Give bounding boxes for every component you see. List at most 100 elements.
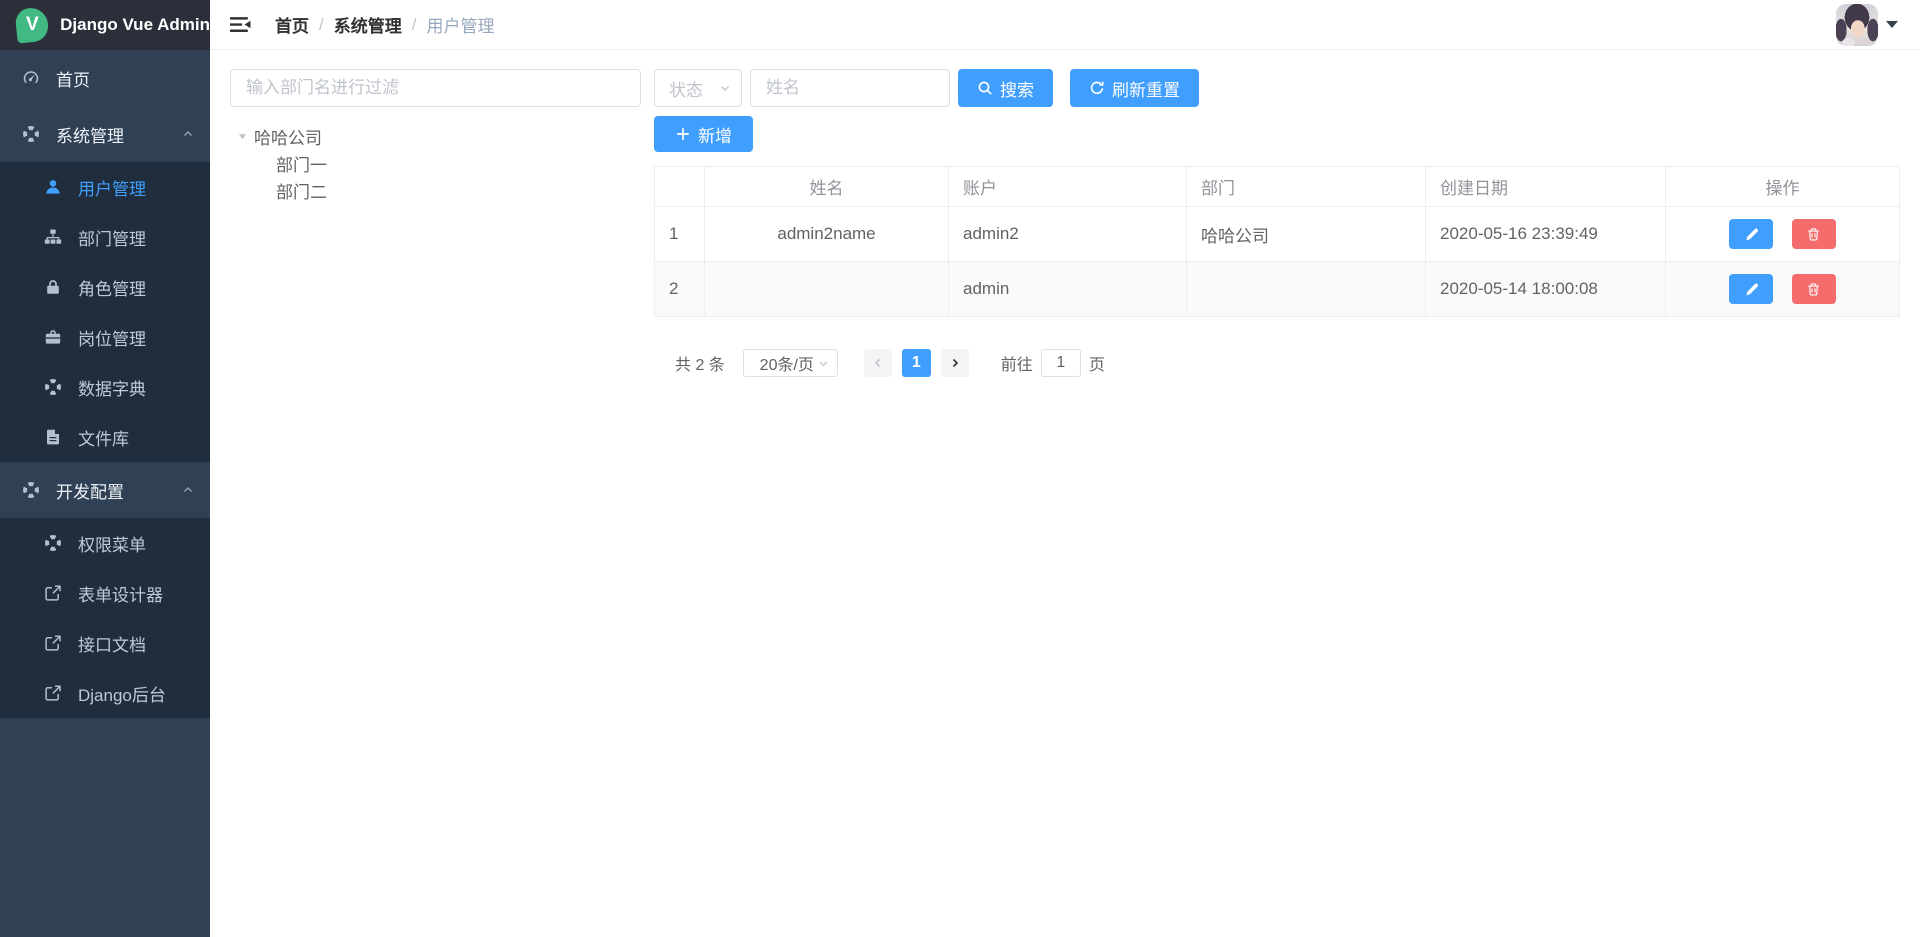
name-filter-input[interactable] bbox=[750, 69, 950, 107]
trash-icon bbox=[1806, 227, 1821, 242]
chevron-down-icon bbox=[719, 82, 731, 94]
sidebar-item-label: 接口文档 bbox=[78, 631, 146, 656]
sidebar: V Django Vue Admin 首页 系统管理 bbox=[0, 0, 210, 937]
tree-node-label: 哈哈公司 bbox=[254, 124, 322, 149]
filter-bar: 状态 搜索 刷新重置 bbox=[654, 69, 1900, 107]
table-toolbar: 新增 bbox=[654, 116, 1900, 152]
document-icon bbox=[44, 428, 62, 446]
delete-button[interactable] bbox=[1792, 274, 1836, 304]
sidebar-item-home[interactable]: 首页 bbox=[0, 50, 210, 106]
sidebar-item-form-designer[interactable]: 表单设计器 bbox=[0, 568, 210, 618]
app-logo-icon: V bbox=[14, 6, 50, 43]
goto-page-input[interactable] bbox=[1041, 349, 1081, 377]
page-size-value: 20条/页 bbox=[756, 351, 818, 375]
tree-expand-icon[interactable] bbox=[230, 131, 254, 142]
sidebar-item-label: 岗位管理 bbox=[78, 325, 146, 350]
plus-icon bbox=[675, 126, 691, 142]
sidebar-item-label: 系统管理 bbox=[56, 122, 124, 147]
column-header-ops: 操作 bbox=[1666, 167, 1900, 207]
sidebar-item-label: 表单设计器 bbox=[78, 581, 163, 606]
tree-node-root[interactable]: 哈哈公司 bbox=[230, 123, 641, 150]
sidebar-toggle-button[interactable] bbox=[223, 8, 257, 42]
sidebar-item-user-management[interactable]: 用户管理 bbox=[0, 162, 210, 212]
chevron-up-icon bbox=[182, 128, 194, 140]
cell-account: admin2 bbox=[949, 207, 1187, 262]
dept-tree: 哈哈公司 部门一 部门二 bbox=[230, 123, 641, 204]
sidebar-item-dept-management[interactable]: 部门管理 bbox=[0, 212, 210, 262]
tree-node-child[interactable]: 部门一 bbox=[230, 150, 641, 177]
pagination-goto: 前往 页 bbox=[1001, 349, 1105, 377]
cell-dept bbox=[1187, 262, 1426, 317]
search-icon bbox=[977, 80, 993, 96]
sidebar-item-file-library[interactable]: 文件库 bbox=[0, 412, 210, 462]
sidebar-item-label: 权限菜单 bbox=[78, 531, 146, 556]
user-table-panel: 状态 搜索 刷新重置 bbox=[654, 69, 1900, 377]
caret-down-icon[interactable] bbox=[1886, 21, 1898, 28]
search-button[interactable]: 搜索 bbox=[958, 69, 1053, 107]
sidebar-item-dev-config[interactable]: 开发配置 bbox=[0, 462, 210, 518]
main-area: 首页 / 系统管理 / 用户管理 哈哈公司 bbox=[210, 0, 1920, 937]
page-size-select[interactable]: 20条/页 bbox=[743, 349, 838, 377]
breadcrumb-system-management[interactable]: 系统管理 bbox=[334, 12, 402, 37]
status-select[interactable]: 状态 bbox=[654, 69, 742, 107]
sidebar-item-data-dictionary[interactable]: 数据字典 bbox=[0, 362, 210, 412]
edit-icon bbox=[1744, 282, 1759, 297]
sidebar-item-permission-menu[interactable]: 权限菜单 bbox=[0, 518, 210, 568]
chevron-left-icon bbox=[872, 357, 884, 369]
cell-dept: 哈哈公司 bbox=[1187, 207, 1426, 262]
topbar-right bbox=[1836, 4, 1898, 46]
logo-bar: V Django Vue Admin bbox=[0, 0, 210, 50]
search-button-label: 搜索 bbox=[1000, 76, 1034, 101]
dept-filter-input[interactable] bbox=[230, 69, 641, 107]
breadcrumb-home[interactable]: 首页 bbox=[275, 12, 309, 37]
sidebar-menu: 首页 系统管理 用户管理 bbox=[0, 50, 210, 937]
edit-button[interactable] bbox=[1729, 219, 1773, 249]
app-root: V Django Vue Admin 首页 系统管理 bbox=[0, 0, 1920, 937]
hamburger-icon bbox=[230, 14, 251, 35]
column-header-account: 账户 bbox=[949, 167, 1187, 207]
chevron-down-icon bbox=[818, 358, 829, 369]
sidebar-item-label: 首页 bbox=[56, 66, 90, 91]
cell-name bbox=[705, 262, 949, 317]
topbar: 首页 / 系统管理 / 用户管理 bbox=[210, 0, 1920, 50]
cell-name: admin2name bbox=[705, 207, 949, 262]
trash-icon bbox=[1806, 282, 1821, 297]
sitemap-icon bbox=[44, 228, 62, 246]
cell-ops bbox=[1666, 207, 1900, 262]
page-content: 哈哈公司 部门一 部门二 状态 bbox=[210, 50, 1920, 937]
breadcrumb-separator: / bbox=[412, 15, 417, 35]
sidebar-item-system-management[interactable]: 系统管理 bbox=[0, 106, 210, 162]
dept-tree-panel: 哈哈公司 部门一 部门二 bbox=[230, 69, 641, 204]
breadcrumb-current: 用户管理 bbox=[426, 12, 494, 37]
pagination-total: 共 2 条 bbox=[675, 351, 725, 375]
page-number-button[interactable]: 1 bbox=[902, 349, 931, 377]
chevron-right-icon bbox=[949, 357, 961, 369]
avatar[interactable] bbox=[1836, 4, 1878, 46]
sidebar-item-label: 开发配置 bbox=[56, 478, 124, 503]
sidebar-item-post-management[interactable]: 岗位管理 bbox=[0, 312, 210, 362]
column-header-name: 姓名 bbox=[705, 167, 949, 207]
sidebar-item-label: 用户管理 bbox=[78, 175, 146, 200]
cell-created: 2020-05-16 23:39:49 bbox=[1426, 207, 1666, 262]
tree-node-child[interactable]: 部门二 bbox=[230, 177, 641, 204]
delete-button[interactable] bbox=[1792, 219, 1836, 249]
sidebar-item-api-docs[interactable]: 接口文档 bbox=[0, 618, 210, 668]
cell-ops bbox=[1666, 262, 1900, 317]
external-link-icon bbox=[44, 634, 62, 652]
sidebar-item-django-admin[interactable]: Django后台 bbox=[0, 668, 210, 718]
column-header-dept: 部门 bbox=[1187, 167, 1426, 207]
edit-button[interactable] bbox=[1729, 274, 1773, 304]
sidebar-item-role-management[interactable]: 角色管理 bbox=[0, 262, 210, 312]
user-table: 姓名 账户 部门 创建日期 操作 1 admin2name admin2 哈哈公 bbox=[654, 166, 1900, 317]
refresh-reset-button[interactable]: 刷新重置 bbox=[1070, 69, 1199, 107]
tree-node-label: 部门二 bbox=[276, 178, 327, 203]
submenu-dev-config: 权限菜单 表单设计器 接口文档 bbox=[0, 518, 210, 718]
prev-page-button[interactable] bbox=[864, 349, 892, 377]
add-button[interactable]: 新增 bbox=[654, 116, 753, 152]
column-header-index bbox=[655, 167, 705, 207]
column-header-created: 创建日期 bbox=[1426, 167, 1666, 207]
next-page-button[interactable] bbox=[941, 349, 969, 377]
breadcrumb: 首页 / 系统管理 / 用户管理 bbox=[275, 12, 494, 37]
cell-index: 1 bbox=[655, 207, 705, 262]
external-link-icon bbox=[44, 584, 62, 602]
